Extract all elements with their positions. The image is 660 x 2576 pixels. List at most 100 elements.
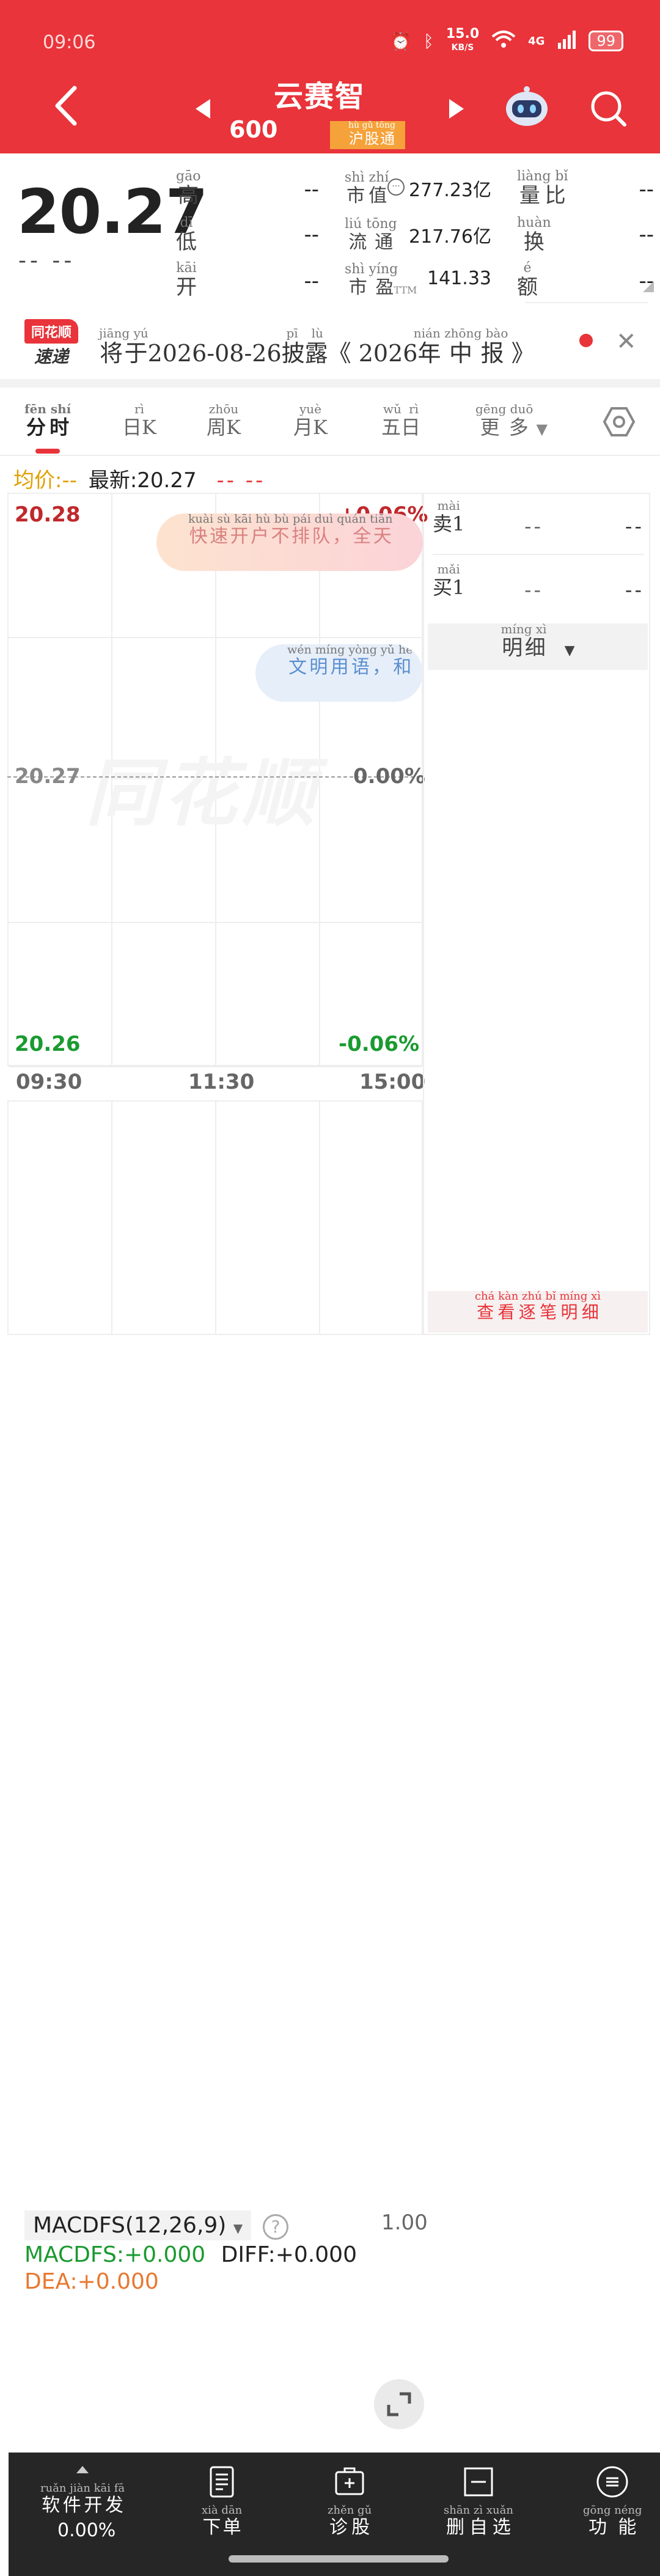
macd-panel[interactable]: MACDFS(12,26,9) ▼ ? 1.00 MACDFS:+0.000 D… bbox=[7, 1100, 660, 2576]
bottom-percent: 0.00% bbox=[57, 2520, 116, 2541]
battery-indicator: 99 bbox=[588, 31, 623, 51]
remove-watchlist-button[interactable]: 删自选shān zì xuǎn bbox=[444, 2465, 513, 2539]
grid-line bbox=[9, 922, 422, 923]
y-mid-percent: 0.00% bbox=[353, 764, 425, 789]
back-button[interactable] bbox=[53, 86, 79, 126]
tab-monthly-k[interactable]: 月Kyuè bbox=[293, 402, 328, 440]
notice-bar[interactable]: 同花顺 速递 将于jiāng yú2026-08-26披露pī lù《 2026… bbox=[0, 306, 660, 379]
low-label: 低dī bbox=[176, 215, 197, 254]
tabs-divider bbox=[0, 455, 660, 456]
promo-bubble[interactable]: 快速开户不排队，全天kuài sù kāi hù bù pái duì quán… bbox=[156, 513, 423, 571]
section-separator bbox=[0, 379, 660, 388]
previous-stock-button[interactable] bbox=[194, 98, 211, 122]
latest-price: 最新:20.27 bbox=[88, 468, 197, 493]
tab-daily-k[interactable]: 日Krì bbox=[122, 402, 156, 440]
indicator-select[interactable]: MACDFS(12,26,9) ▼ bbox=[24, 2210, 252, 2240]
tab-intraday[interactable]: 分时fēn shí bbox=[24, 402, 71, 440]
price-change: -- -- bbox=[18, 248, 76, 273]
low-value: -- bbox=[304, 223, 319, 247]
expand-corner-icon[interactable] bbox=[643, 281, 654, 292]
header: 09:06 ⏰ ᛒ 15.0 KB/S 4G 99 云赛智 600 沪股通hù g… bbox=[0, 0, 660, 153]
functions-button[interactable]: 功能gōng néng bbox=[583, 2465, 642, 2539]
view-tick-details-button[interactable]: 查看逐笔明细chá kàn zhú bǐ míng xì bbox=[428, 1290, 648, 1333]
avg-label: 均价: bbox=[13, 468, 62, 493]
chevron-down-icon: ▼ bbox=[564, 643, 575, 658]
float-cap-value: 217.76亿 bbox=[409, 226, 491, 248]
place-order-button[interactable]: 下单xià dān bbox=[202, 2465, 242, 2539]
high-value: -- bbox=[304, 177, 319, 202]
market-tag: 沪股通hù gǔ tōng bbox=[330, 120, 405, 149]
sell-1-row: 卖1mài -- -- bbox=[433, 494, 644, 555]
status-time: 09:06 bbox=[43, 32, 96, 53]
pe-label: 市盈shì yíngTTM bbox=[345, 262, 417, 298]
grid-line bbox=[111, 1102, 112, 1334]
grid-line bbox=[319, 1218, 320, 1219]
status-icons: ⏰ ᛒ 15.0 KB/S 4G 99 bbox=[390, 28, 623, 54]
notice-text[interactable]: 将于jiāng yú2026-08-26披露pī lù《 2026年中报nián… bbox=[99, 326, 535, 368]
order-book: 卖1mài -- -- 买1mǎi -- -- bbox=[423, 493, 650, 1335]
assistant-robot-icon[interactable] bbox=[502, 86, 551, 128]
diff-value: DIFF:+0.000 bbox=[221, 2242, 357, 2267]
software-dev-button[interactable]: 软件开发ruǎn jiàn kāi fā bbox=[40, 2460, 125, 2517]
settings-hexagon-icon[interactable] bbox=[602, 405, 636, 439]
price-summary: 均价:-- 最新:20.27 -- -- bbox=[13, 463, 265, 493]
x-label-open: 09:30 bbox=[16, 1070, 82, 1094]
notice-logo: 同花顺 速递 bbox=[24, 319, 78, 367]
amount-label: 额é bbox=[517, 260, 538, 300]
remove-watchlist-icon bbox=[464, 2467, 493, 2497]
comment-bubble[interactable]: 文明用语，和wén míng yòng yǔ hé bbox=[255, 644, 423, 702]
y-bottom-percent: -0.06% bbox=[339, 1032, 420, 1056]
active-tab-indicator bbox=[35, 449, 60, 454]
home-indicator[interactable] bbox=[229, 2555, 449, 2563]
net-speed: 15.0 KB/S bbox=[446, 26, 480, 53]
high-label: 高gāo bbox=[176, 169, 201, 208]
up-arrow-icon bbox=[76, 2466, 89, 2473]
signal-icon bbox=[557, 29, 576, 53]
y-bottom-price: 20.26 bbox=[15, 1032, 81, 1056]
close-icon[interactable]: ✕ bbox=[616, 328, 637, 356]
summary-change: -- -- bbox=[216, 468, 266, 493]
pe-value: 141.33 bbox=[427, 268, 491, 289]
wifi-icon bbox=[491, 29, 516, 53]
alarm-icon: ⏰ bbox=[390, 31, 412, 51]
x-label-noon: 11:30 bbox=[188, 1070, 255, 1094]
tab-five-day[interactable]: 五日wǔ rì bbox=[381, 402, 420, 440]
y-top-price: 20.28 bbox=[15, 502, 81, 527]
volume-ratio-value: -- bbox=[639, 177, 654, 202]
open-value: -- bbox=[304, 269, 319, 293]
float-cap-label: 流通liú tōng bbox=[345, 216, 397, 253]
diagnose-stock-button[interactable]: 诊股zhěn gǔ bbox=[328, 2465, 372, 2539]
market-cap-value: 277.23亿 bbox=[409, 180, 491, 201]
tab-weekly-k[interactable]: 周Kzhōu bbox=[207, 402, 241, 440]
turnover-label: 换huàn bbox=[517, 215, 551, 254]
stock-name: 云赛智 bbox=[274, 79, 366, 114]
detail-dropdown[interactable]: 明细míng xì ▼ bbox=[428, 622, 648, 670]
fullscreen-icon[interactable] bbox=[374, 2379, 424, 2429]
buy-1-row: 买1mǎi -- -- bbox=[433, 562, 644, 602]
macd-values: MACDFS:+0.000 DIFF:+0.000 bbox=[24, 2242, 357, 2267]
chevron-down-icon: ▼ bbox=[233, 2221, 243, 2236]
y-mid-price: 20.27 bbox=[15, 764, 81, 789]
dea-value: DEA:+0.000 bbox=[24, 2269, 159, 2294]
network-type: 4G bbox=[528, 34, 545, 48]
turnover-value: -- bbox=[639, 223, 654, 247]
grid-line bbox=[215, 1102, 216, 1334]
bluetooth-icon: ᛒ bbox=[424, 31, 434, 51]
unread-dot bbox=[579, 334, 593, 347]
volume-ratio-label: 量比liàng bǐ bbox=[517, 169, 568, 208]
grid-line bbox=[319, 1102, 320, 1334]
avg-value: -- bbox=[62, 468, 78, 493]
macdfs-value: MACDFS:+0.000 bbox=[24, 2242, 206, 2267]
search-icon[interactable] bbox=[589, 89, 627, 127]
grid-line bbox=[9, 637, 422, 638]
tab-more[interactable]: 更多gēng duō ▼ bbox=[475, 402, 548, 440]
divider bbox=[526, 302, 648, 303]
diagnose-icon bbox=[335, 2467, 364, 2495]
open-label: 开kāi bbox=[176, 260, 197, 300]
help-icon[interactable]: ? bbox=[263, 2214, 288, 2240]
market-cap-label: 市值shì zhí bbox=[345, 170, 389, 207]
more-info-icon[interactable]: ··· bbox=[387, 178, 405, 196]
next-stock-button[interactable] bbox=[448, 98, 465, 122]
watermark-logo: 同花顺 bbox=[86, 751, 320, 836]
stock-code: 600 bbox=[229, 116, 278, 143]
